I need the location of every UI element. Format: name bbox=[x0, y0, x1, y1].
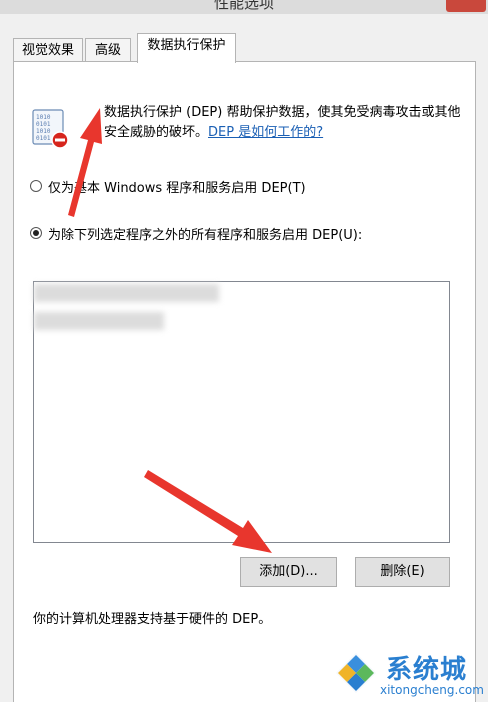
tab-strip: 视觉效果 高级 数据执行保护 bbox=[0, 32, 488, 63]
close-button[interactable] bbox=[446, 0, 486, 12]
svg-text:0101: 0101 bbox=[36, 135, 51, 142]
radio-all-except-selected-label: 为除下列选定程序之外的所有程序和服务启用 DEP(U): bbox=[48, 227, 363, 243]
window-title: 性能选项 bbox=[213, 0, 274, 12]
radio-essential-only-button[interactable] bbox=[30, 180, 42, 192]
hardware-dep-status: 你的计算机处理器支持基于硬件的 DEP。 bbox=[33, 612, 272, 627]
add-button[interactable]: 添加(D)... bbox=[240, 557, 337, 587]
tab-data-execution-prevention[interactable]: 数据执行保护 bbox=[137, 33, 236, 63]
remove-button[interactable]: 删除(E) bbox=[355, 557, 450, 587]
radio-all-except-selected-button[interactable] bbox=[30, 227, 42, 239]
watermark-cn: 系统城 bbox=[386, 655, 468, 685]
radio-essential-only[interactable]: 仅为基本 Windows 程序和服务启用 DEP(T) bbox=[30, 177, 306, 196]
excluded-programs-list[interactable] bbox=[33, 281, 450, 543]
blurred-list-item[interactable] bbox=[34, 312, 164, 330]
performance-options-window: 性能选项 视觉效果 高级 数据执行保护 1010 0101 1010 0101 … bbox=[0, 0, 488, 702]
blurred-list-item[interactable] bbox=[34, 284, 219, 302]
radio-all-except-selected[interactable]: 为除下列选定程序之外的所有程序和服务启用 DEP(U): bbox=[30, 224, 363, 243]
windows-logo-icon bbox=[336, 653, 376, 693]
tab-advanced[interactable]: 高级 bbox=[85, 38, 131, 61]
svg-text:1010: 1010 bbox=[36, 128, 51, 135]
tab-visual-effects[interactable]: 视觉效果 bbox=[13, 38, 83, 61]
title-bar: 性能选项 bbox=[0, 0, 488, 14]
dep-description: 数据执行保护 (DEP) 帮助保护数据，使其免受病毒攻击或其他安全威胁的破坏。D… bbox=[104, 103, 464, 143]
watermark-en: xitongcheng.com bbox=[380, 683, 484, 697]
svg-text:1010: 1010 bbox=[36, 114, 51, 121]
dep-help-link[interactable]: DEP 是如何工作的? bbox=[208, 125, 323, 140]
svg-text:0101: 0101 bbox=[36, 121, 51, 128]
dep-shield-icon: 1010 0101 1010 0101 bbox=[32, 109, 69, 149]
site-watermark: 系统城 xitongcheng.com bbox=[330, 645, 488, 702]
radio-essential-only-label: 仅为基本 Windows 程序和服务启用 DEP(T) bbox=[48, 180, 306, 196]
